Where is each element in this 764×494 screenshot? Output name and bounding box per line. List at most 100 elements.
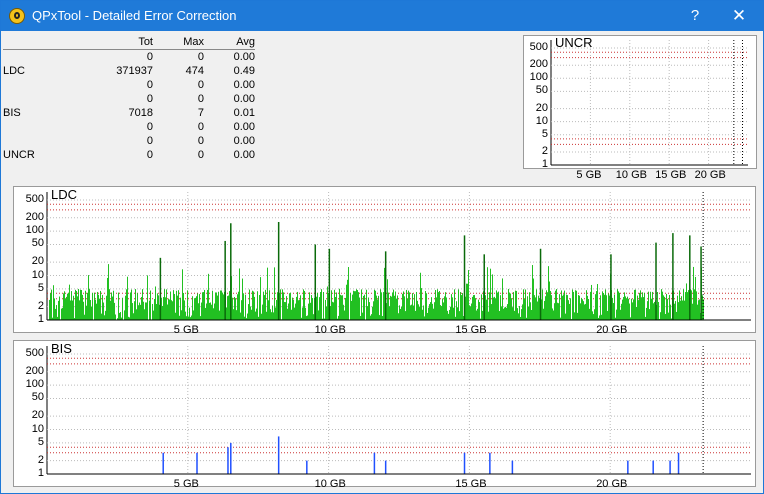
- data-bar: [585, 303, 586, 320]
- data-bar: [633, 299, 634, 320]
- y-tick-label: 10: [535, 114, 548, 127]
- data-bar: [595, 294, 596, 320]
- data-bar: [348, 267, 349, 320]
- stats-row-tot: 371937: [116, 65, 153, 77]
- data-bar: [297, 291, 298, 320]
- data-bar: [448, 313, 449, 320]
- data-bar: [73, 295, 74, 320]
- data-bar: [357, 290, 358, 320]
- data-bar: [355, 291, 356, 320]
- peak-bar: [489, 452, 491, 474]
- data-bar: [213, 308, 214, 320]
- data-bar: [697, 304, 698, 320]
- data-bar: [267, 267, 268, 320]
- data-bar: [55, 308, 56, 320]
- data-bar: [114, 302, 115, 320]
- data-bar: [167, 304, 168, 320]
- stats-row-tot: 0: [146, 149, 153, 161]
- data-bar: [468, 270, 469, 320]
- data-bar: [649, 309, 650, 320]
- data-bar: [500, 295, 501, 320]
- data-bar: [393, 289, 394, 320]
- peak-bar: [230, 442, 232, 474]
- data-bar: [663, 295, 664, 320]
- data-bar: [130, 292, 131, 320]
- help-button[interactable]: ?: [673, 1, 717, 31]
- data-bar: [107, 277, 108, 320]
- data-bar: [588, 299, 589, 320]
- data-bar: [414, 294, 415, 320]
- data-bar: [172, 301, 173, 320]
- data-bar: [102, 294, 103, 320]
- data-bar: [693, 266, 694, 320]
- data-bar: [456, 301, 457, 320]
- data-bar: [233, 309, 234, 320]
- data-bar: [592, 311, 593, 320]
- data-bar: [695, 276, 696, 320]
- data-bar: [420, 272, 421, 320]
- data-bar: [481, 294, 482, 320]
- data-bar: [360, 316, 361, 320]
- data-bar: [374, 289, 375, 320]
- stats-row-label: [3, 134, 48, 148]
- data-bar: [482, 310, 483, 320]
- stats-row-label: BIS: [3, 107, 21, 119]
- close-button[interactable]: ✕: [717, 1, 761, 31]
- data-bar: [493, 297, 494, 320]
- data-bar: [409, 292, 410, 320]
- y-tick-label: 20: [31, 255, 44, 268]
- data-bar: [375, 290, 376, 320]
- data-bar: [702, 295, 703, 320]
- stats-row-label: UNCR: [3, 149, 35, 161]
- data-bar: [522, 304, 523, 320]
- x-tick-label: 20 GB: [596, 324, 628, 336]
- data-bar: [124, 310, 125, 320]
- data-bar: [152, 303, 153, 320]
- data-bar: [601, 314, 602, 320]
- data-bar: [270, 309, 271, 320]
- data-bar: [593, 314, 594, 320]
- data-bar: [474, 295, 475, 320]
- data-bar: [677, 295, 678, 320]
- data-bar: [96, 303, 97, 320]
- data-bar: [232, 297, 233, 320]
- data-bar: [269, 290, 270, 320]
- data-bar: [511, 298, 512, 320]
- data-bar: [547, 292, 548, 320]
- data-bar: [651, 298, 652, 320]
- data-bar: [401, 306, 402, 320]
- data-bar: [321, 289, 322, 320]
- data-bar: [682, 300, 683, 320]
- stats-row-avg: 0.49: [233, 65, 255, 77]
- data-bar: [412, 293, 413, 320]
- data-bar: [619, 292, 620, 320]
- data-bar: [240, 312, 241, 320]
- y-tick-label: 500: [25, 347, 44, 359]
- data-bar: [141, 296, 142, 320]
- data-bar: [473, 295, 474, 320]
- data-bar: [454, 289, 455, 320]
- y-tick-label: 50: [535, 84, 548, 97]
- data-bar: [507, 304, 508, 320]
- data-bar: [127, 276, 128, 320]
- data-bar: [84, 314, 85, 320]
- data-bar: [211, 304, 212, 320]
- stats-row-tot: 0: [146, 135, 153, 147]
- stats-row: 0 0 0.00: [3, 120, 255, 134]
- stats-row: 0 0 0.00: [3, 78, 255, 92]
- data-bar: [277, 292, 278, 320]
- data-bar: [305, 307, 306, 320]
- data-bar: [81, 290, 82, 320]
- data-bar: [97, 291, 98, 320]
- stats-row-label: [3, 92, 48, 106]
- data-bar: [113, 290, 114, 320]
- data-bar: [332, 301, 333, 320]
- data-bar: [289, 293, 290, 320]
- data-bar: [288, 303, 289, 320]
- data-bar: [510, 293, 511, 320]
- stats-row-tot: 0: [146, 79, 153, 91]
- data-bar: [653, 303, 654, 320]
- data-bar: [145, 302, 146, 320]
- data-bar: [579, 295, 580, 320]
- data-bar: [112, 296, 113, 320]
